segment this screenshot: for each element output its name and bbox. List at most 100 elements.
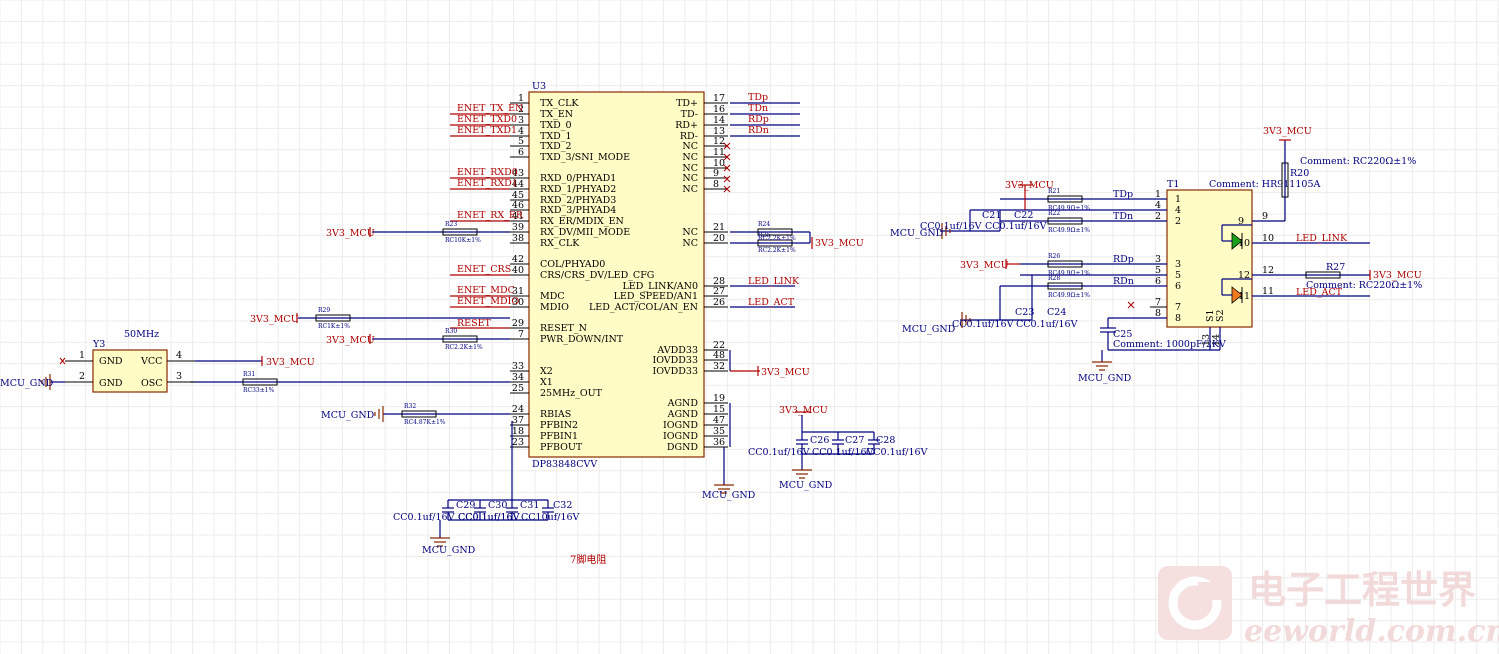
t1-pin-number: 7 bbox=[1155, 297, 1161, 308]
t1-gnd-3: MCU_GND bbox=[1078, 373, 1132, 384]
u3-pin-number: 25 bbox=[512, 383, 524, 394]
u3-pin-name: NC bbox=[682, 184, 698, 195]
u3-pin-name: PFBIN2 bbox=[540, 420, 578, 431]
r23-des: R23 bbox=[445, 221, 457, 228]
y3-freq: 50MHz bbox=[124, 329, 159, 340]
u3-pin-name: NC bbox=[682, 227, 698, 238]
y3-pin4: 4 bbox=[176, 350, 182, 361]
net-enet-rxd0: ENET_RXD0 bbox=[457, 167, 518, 178]
net-enet-txd1: ENET_TXD1 bbox=[457, 125, 517, 136]
c27-val: CC0.1uf/16V bbox=[812, 447, 874, 458]
u3-pin-name: RXD_0/PHYAD1 bbox=[540, 173, 616, 184]
u3-pin-name: RESET_N bbox=[540, 323, 587, 334]
y3-gnd: MCU_GND bbox=[0, 378, 54, 389]
power-3v3-r23: 3V3_MCU bbox=[326, 228, 375, 239]
u3-pin-name: X1 bbox=[540, 377, 553, 388]
u3-pin-number: 48 bbox=[713, 350, 725, 361]
u3-pin-number: 42 bbox=[512, 254, 524, 265]
u3-pin-name: RX_DV/MII_MODE bbox=[540, 227, 630, 238]
u3-pin-number: 11 bbox=[713, 147, 725, 158]
u3-pin-name: RX_CLK bbox=[540, 238, 580, 249]
c24-des: C24 bbox=[1047, 307, 1066, 318]
r20-comment: Comment: RC220Ω±1% bbox=[1300, 156, 1416, 167]
t1-pin-inner: 1 bbox=[1175, 194, 1181, 205]
r26-des: R26 bbox=[1048, 253, 1060, 260]
r29-val: RC1K±1% bbox=[318, 323, 350, 330]
u3-pin-name: TXD_3/SNI_MODE bbox=[540, 152, 630, 163]
r20-des: R20 bbox=[1290, 168, 1309, 179]
u3-pin-name: TX_EN bbox=[540, 109, 573, 120]
y3-pin2: 2 bbox=[79, 371, 85, 382]
avdd-decoupling: 3V3_MCU C26 C27 C28 CC0.1uf/16V CC0.1uf/… bbox=[748, 405, 928, 491]
c24-val: CC0.1uf/16V bbox=[1016, 319, 1078, 330]
c21-val: CC0.1uf/16V bbox=[920, 221, 982, 232]
c22-val: CC0.1uf/16V bbox=[985, 221, 1047, 232]
r32-gnd: MCU_GND bbox=[321, 410, 375, 421]
u3-pin-number: 36 bbox=[713, 437, 725, 448]
u3-ic[interactable]: U3 DP83848CVV 1 TX_CLK2 TX_EN3 TXD_04 TXD_15… bbox=[510, 81, 728, 470]
u3-pin-number: 3 bbox=[518, 115, 524, 126]
t1-pin-inner: 5 bbox=[1175, 270, 1181, 281]
c28-des: C28 bbox=[876, 435, 895, 446]
t1-led-act: LED_ACT bbox=[1296, 287, 1343, 298]
schematic-canvas: U3 DP83848CVV 1 TX_CLK2 TX_EN3 TXD_04 TXD_15… bbox=[0, 0, 1499, 654]
u3-pin-name: NC bbox=[682, 173, 698, 184]
u3-pin-name: PFBIN1 bbox=[540, 431, 578, 442]
u3-pin-name: IOGND bbox=[663, 431, 698, 442]
t1-rx-power: 3V3_MCU bbox=[960, 260, 1009, 271]
r25-val: RC2.2K±1% bbox=[758, 247, 796, 254]
r32-des: R32 bbox=[404, 403, 416, 410]
u3-pin-number: 26 bbox=[713, 297, 725, 308]
y3-power: 3V3_MCU bbox=[266, 357, 315, 368]
u3-pin-name: TD+ bbox=[676, 98, 698, 109]
t1-designator: T1 bbox=[1167, 179, 1179, 190]
u3-pin-name: PFBOUT bbox=[540, 442, 583, 453]
watermark: 电子工程世界 eeworld.com.cn bbox=[1158, 566, 1499, 649]
watermark-cn: 电子工程世界 bbox=[1248, 567, 1476, 612]
y3-osc-pin: OSC bbox=[141, 378, 163, 389]
u3-pin-name: MDIO bbox=[540, 302, 569, 313]
net-tdn: TDn bbox=[748, 103, 768, 114]
c30-des: C30 bbox=[488, 500, 507, 511]
u3-pin-name: RD+ bbox=[675, 120, 698, 131]
power-3v3-r29: 3V3_MCU bbox=[250, 314, 299, 325]
t1-pin-number: 10 bbox=[1262, 233, 1274, 244]
net-led-act: LED_ACT bbox=[748, 297, 795, 308]
net-rdn: RDn bbox=[748, 125, 769, 136]
u3-pin-name: IOGND bbox=[663, 420, 698, 431]
u3-pin-name: RBIAS bbox=[540, 409, 571, 420]
c26-des: C26 bbox=[810, 435, 829, 446]
r30-val: RC2.2K±1% bbox=[445, 344, 483, 351]
u3-pin-name: RXD_3/PHYAD4 bbox=[540, 205, 616, 216]
u3-gnd-label: MCU_GND bbox=[702, 490, 756, 501]
u3-pin-name: MDC bbox=[540, 291, 565, 302]
r29-des: R29 bbox=[318, 307, 330, 314]
r22-val: RC49.9Ω±1% bbox=[1048, 227, 1090, 234]
watermark-en: eeworld.com.cn bbox=[1244, 614, 1499, 649]
t1-pin-number: 1 bbox=[1155, 189, 1161, 200]
r31-val: RC33±1% bbox=[243, 387, 275, 394]
y3-gnd2-pin: GND bbox=[99, 378, 123, 389]
power-3v3-r24: 3V3_MCU bbox=[815, 238, 864, 249]
net-enet-mdio: ENET_MDIO bbox=[457, 296, 519, 307]
net-enet-rx-er: ENET_RX_ER bbox=[457, 210, 524, 221]
u3-pin-number: 5 bbox=[518, 136, 524, 147]
u3-pin-number: 7 bbox=[518, 329, 524, 340]
net-rdp: RDp bbox=[748, 114, 769, 125]
net-enet-tx-en: ENET_TX_EN bbox=[457, 103, 523, 114]
u3-pin-name: AGND bbox=[667, 398, 699, 409]
u3-pin-number: 16 bbox=[713, 104, 725, 115]
c23-val: CC0.1uf/16V bbox=[952, 319, 1014, 330]
u3-pin-number: 23 bbox=[512, 437, 524, 448]
y3-designator: Y3 bbox=[92, 339, 105, 350]
t1-pin-number: 8 bbox=[1155, 308, 1161, 319]
u3-pin-name: RXD_1/PHYAD2 bbox=[540, 184, 616, 195]
y3-pin1: 1 bbox=[79, 350, 85, 361]
u3-pin-number: 32 bbox=[713, 361, 725, 372]
c23-des: C23 bbox=[1015, 307, 1034, 318]
r22-des: R22 bbox=[1048, 210, 1060, 217]
u3-pin-number: 8 bbox=[713, 179, 719, 190]
c26-power: 3V3_MCU bbox=[779, 405, 828, 416]
t1-pin-number: 3 bbox=[1155, 254, 1161, 265]
u3-pin-number: 39 bbox=[512, 222, 524, 233]
